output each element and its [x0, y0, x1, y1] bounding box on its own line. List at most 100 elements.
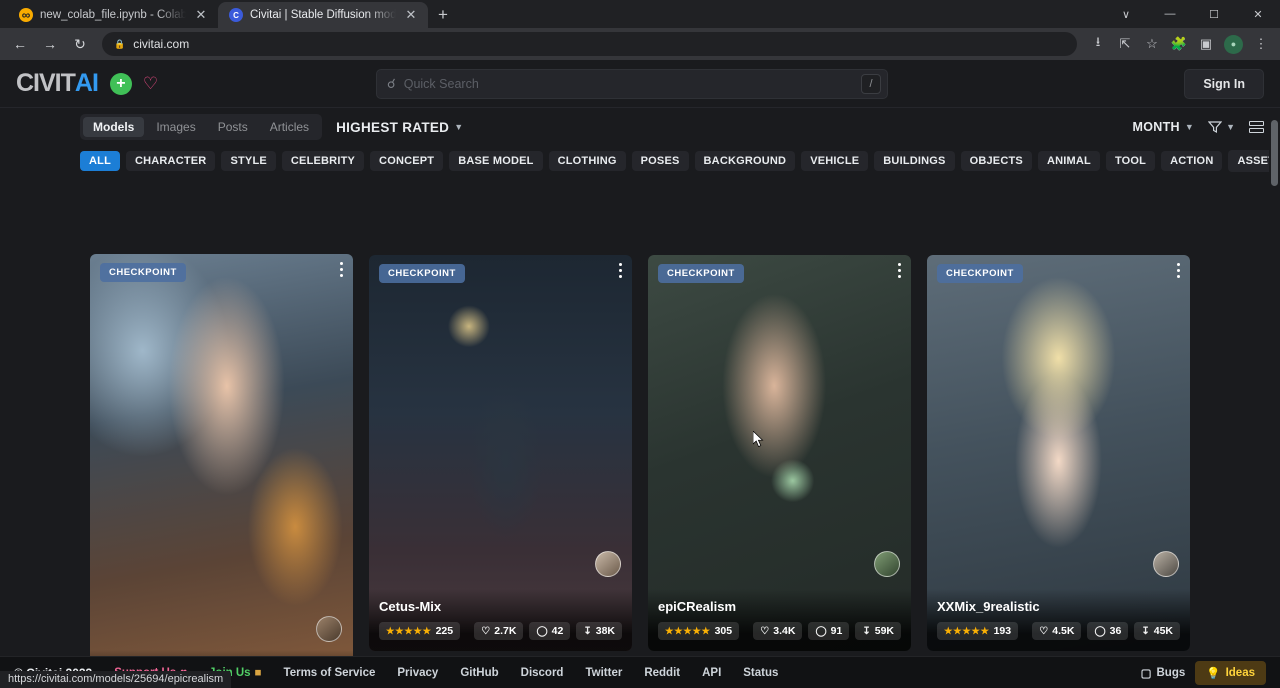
- page-scrollbar[interactable]: ▼: [1269, 120, 1280, 688]
- tab-articles[interactable]: Articles: [260, 117, 319, 137]
- model-card[interactable]: CHECKPOINT XXMix_9realistic ★★★★★ 193 ♡: [927, 255, 1190, 651]
- sidepanel-icon[interactable]: ▣: [1193, 31, 1219, 57]
- downloads-pill: ↧ 45K: [1134, 622, 1180, 640]
- window-controls: ∨ — ☐ ✕: [1104, 0, 1280, 28]
- avatar[interactable]: [874, 551, 900, 577]
- share-icon[interactable]: ⇱: [1112, 31, 1138, 57]
- scrollbar-thumb[interactable]: [1271, 120, 1278, 186]
- avatar[interactable]: [595, 551, 621, 577]
- period-dropdown[interactable]: MONTH ▼: [1133, 120, 1195, 134]
- rating-pill: ★★★★★ 225: [379, 622, 460, 640]
- chip-objects[interactable]: OBJECTS: [961, 151, 1032, 171]
- footer-link-twitter[interactable]: Twitter: [585, 667, 622, 679]
- avatar[interactable]: [1153, 551, 1179, 577]
- search-input[interactable]: [404, 77, 853, 91]
- funnel-icon: [1208, 120, 1222, 134]
- chip-clothing[interactable]: CLOTHING: [549, 151, 626, 171]
- bug-icon: ▢: [1141, 666, 1152, 680]
- downloads-pill: ↧ 59K: [855, 622, 901, 640]
- card-menu-icon[interactable]: [1177, 263, 1180, 278]
- footer-link-discord[interactable]: Discord: [521, 667, 564, 679]
- install-icon[interactable]: ⭳: [1085, 31, 1111, 57]
- profile-avatar[interactable]: ●: [1224, 35, 1243, 54]
- browser-tab-colab[interactable]: new_colab_file.ipynb - Colaborat ✕: [8, 2, 218, 28]
- back-icon[interactable]: ←: [6, 30, 34, 58]
- star-icon: ★★★★★: [665, 626, 711, 637]
- heart-icon[interactable]: ♡: [143, 75, 158, 92]
- likes-count: 3.4K: [773, 625, 795, 637]
- close-icon[interactable]: ✕: [403, 7, 419, 23]
- ideas-button[interactable]: 💡 Ideas: [1195, 661, 1266, 685]
- content-type-tabs: Models Images Posts Articles: [80, 114, 322, 140]
- chip-animal[interactable]: ANIMAL: [1038, 151, 1100, 171]
- footer-link-github[interactable]: GitHub: [460, 667, 498, 679]
- comments-pill: ◯ 42: [529, 622, 570, 640]
- chip-character[interactable]: CHARACTER: [126, 151, 215, 171]
- star-icon: ★★★★★: [386, 626, 432, 637]
- chip-background[interactable]: BACKGROUND: [695, 151, 796, 171]
- model-grid: CHECKPOINT DreamShaper CHECKPOINT Cetus-…: [90, 255, 1190, 688]
- quick-search[interactable]: ☌ /: [376, 69, 888, 99]
- layout-toggle-icon[interactable]: [1249, 121, 1264, 133]
- browser-tab-civitai[interactable]: C Civitai | Stable Diffusion models, ✕: [218, 2, 428, 28]
- chip-concept[interactable]: CONCEPT: [370, 151, 443, 171]
- tab-search-icon[interactable]: ∨: [1104, 0, 1148, 28]
- model-card[interactable]: CHECKPOINT Cetus-Mix ★★★★★ 225 ♡: [369, 255, 632, 651]
- model-type-badge: CHECKPOINT: [379, 264, 465, 283]
- close-window-button[interactable]: ✕: [1236, 0, 1280, 28]
- filter-button[interactable]: ▼: [1208, 120, 1235, 134]
- forward-icon[interactable]: →: [36, 30, 64, 58]
- civitai-logo[interactable]: CIVITAI: [16, 69, 98, 98]
- tab-models[interactable]: Models: [83, 117, 144, 137]
- model-card[interactable]: CHECKPOINT DreamShaper: [90, 254, 353, 688]
- sign-in-button[interactable]: Sign In: [1184, 69, 1264, 99]
- heart-icon: ♡: [1039, 626, 1048, 637]
- comment-icon: ◯: [536, 626, 547, 637]
- footer-link-api[interactable]: API: [702, 667, 721, 679]
- ideas-label: Ideas: [1226, 667, 1255, 679]
- card-menu-icon[interactable]: [898, 263, 901, 278]
- extensions-icon[interactable]: 🧩: [1166, 31, 1192, 57]
- chip-celebrity[interactable]: CELEBRITY: [282, 151, 364, 171]
- address-bar[interactable]: 🔒 civitai.com: [102, 32, 1077, 56]
- chip-style[interactable]: STYLE: [221, 151, 275, 171]
- chrome-menu-icon[interactable]: ⋮: [1248, 31, 1274, 57]
- chip-tool[interactable]: TOOL: [1106, 151, 1155, 171]
- footer-link-privacy[interactable]: Privacy: [397, 667, 438, 679]
- card-menu-icon[interactable]: [340, 262, 343, 277]
- tab-images[interactable]: Images: [146, 117, 205, 137]
- model-title: epiCRealism: [658, 599, 901, 614]
- avatar[interactable]: [316, 616, 342, 642]
- rating-pill: ★★★★★ 305: [658, 622, 739, 640]
- new-tab-button[interactable]: +: [430, 2, 456, 28]
- chip-buildings[interactable]: BUILDINGS: [874, 151, 954, 171]
- chip-base-model[interactable]: BASE MODEL: [449, 151, 542, 171]
- footer-link-status[interactable]: Status: [743, 667, 778, 679]
- bookmark-star-icon[interactable]: ☆: [1139, 31, 1165, 57]
- browser-window: new_colab_file.ipynb - Colaborat ✕ C Civ…: [0, 0, 1280, 688]
- model-card[interactable]: CHECKPOINT epiCRealism ★★★★★ 305 ♡: [648, 255, 911, 651]
- reload-icon[interactable]: ↻: [66, 30, 94, 58]
- download-icon: ↧: [862, 626, 870, 637]
- minimize-button[interactable]: —: [1148, 0, 1192, 28]
- maximize-button[interactable]: ☐: [1192, 0, 1236, 28]
- create-button[interactable]: +: [110, 73, 132, 95]
- card-menu-icon[interactable]: [619, 263, 622, 278]
- sort-dropdown[interactable]: HIGHEST RATED ▼: [336, 120, 463, 135]
- chip-all[interactable]: ALL: [80, 151, 120, 171]
- download-icon: ↧: [583, 626, 591, 637]
- logo-text-ai: AI: [75, 69, 98, 98]
- card-footer: Cetus-Mix ★★★★★ 225 ♡ 2.7K ◯: [369, 589, 632, 651]
- footer-link-reddit[interactable]: Reddit: [644, 667, 680, 679]
- page-content: CIVITAI + ♡ ☌ / Sign In Models Images Po…: [0, 60, 1280, 688]
- bugs-button[interactable]: ▢ Bugs: [1141, 666, 1186, 680]
- chip-vehicle[interactable]: VEHICLE: [801, 151, 868, 171]
- comment-icon: ◯: [1094, 626, 1105, 637]
- tab-posts[interactable]: Posts: [208, 117, 258, 137]
- footer-link-terms[interactable]: Terms of Service: [284, 667, 376, 679]
- address-bar-url: civitai.com: [133, 37, 189, 51]
- colab-icon: [19, 8, 33, 22]
- chip-poses[interactable]: POSES: [632, 151, 689, 171]
- close-icon[interactable]: ✕: [193, 7, 209, 23]
- chip-action[interactable]: ACTION: [1161, 151, 1222, 171]
